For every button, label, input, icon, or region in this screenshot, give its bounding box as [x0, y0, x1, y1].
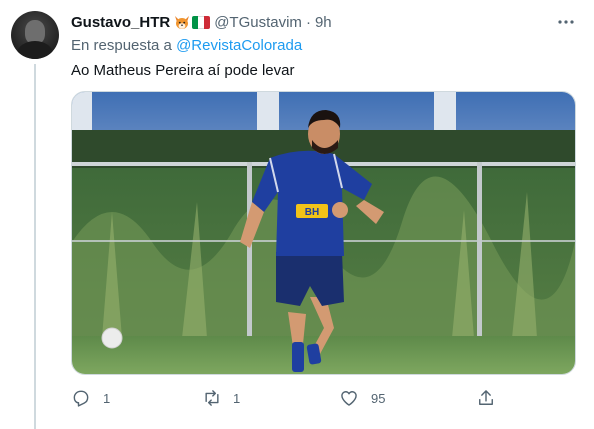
retweet-count: 1	[233, 390, 241, 406]
tweet-text: Ao Matheus Pereira aí pode levar	[71, 62, 295, 79]
fox-emoji-icon	[175, 15, 190, 29]
tweet-time[interactable]: 9h	[315, 14, 332, 31]
heart-icon	[341, 391, 357, 406]
author-name[interactable]: Gustavo_HTR	[71, 14, 170, 31]
separator-dot: ·	[305, 13, 311, 31]
reply-count: 1	[103, 390, 111, 406]
avatar-body	[17, 41, 53, 59]
tweet[interactable]: Gustavo_HTR @TGustavim · 9h En respuesta…	[0, 0, 594, 429]
player-photo: BH	[72, 92, 575, 374]
shirt-sponsor-text: BH	[305, 207, 319, 218]
tweet-actions: 1 1 95	[71, 386, 501, 410]
share-button[interactable]	[476, 386, 496, 410]
thread-line	[34, 64, 36, 429]
retweet-button[interactable]: 1	[201, 386, 240, 410]
like-button[interactable]: 95	[339, 386, 385, 410]
reply-mention-link[interactable]: @RevistaColorada	[176, 37, 302, 54]
tweet-media-photo[interactable]: BH	[71, 91, 576, 375]
share-icon	[479, 390, 493, 405]
reply-icon	[73, 390, 89, 407]
retweet-icon	[205, 390, 219, 406]
like-count: 95	[371, 390, 386, 406]
more-options-icon[interactable]	[556, 12, 576, 32]
tweet-header: Gustavo_HTR @TGustavim · 9h	[71, 13, 332, 31]
author-handle[interactable]: @TGustavim	[214, 14, 302, 31]
reply-prefix: En respuesta a	[71, 37, 172, 54]
avatar[interactable]	[11, 11, 59, 59]
italy-flag-icon	[192, 15, 211, 29]
reply-context: En respuesta a @RevistaColorada	[71, 37, 302, 54]
reply-button[interactable]: 1	[71, 386, 110, 410]
